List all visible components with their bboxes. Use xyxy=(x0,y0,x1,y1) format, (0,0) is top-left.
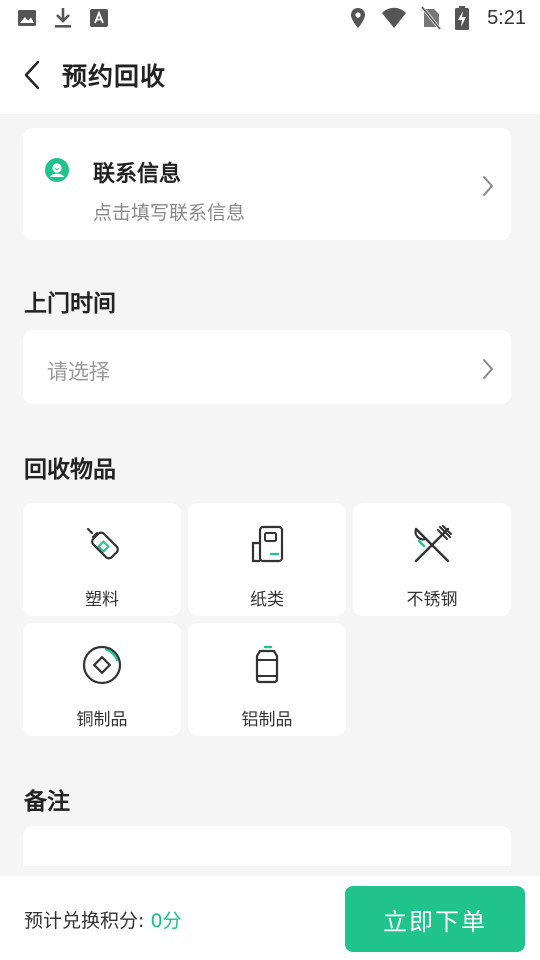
app-header: 预约回收 xyxy=(0,36,540,114)
points-label: 预计兑换积分: xyxy=(24,910,151,932)
item-label: 塑料 xyxy=(85,590,119,610)
item-label: 铝制品 xyxy=(241,710,293,730)
download-icon xyxy=(52,6,74,30)
item-paper[interactable]: 纸类 xyxy=(188,503,346,616)
item-label: 纸类 xyxy=(250,590,284,610)
paper-icon xyxy=(251,525,284,563)
status-time: 5:21 xyxy=(487,6,526,29)
no-sim-icon xyxy=(421,6,442,30)
visit-time-placeholder: 请选择 xyxy=(47,360,110,384)
font-icon xyxy=(88,7,110,29)
copper-disc-icon xyxy=(82,645,122,685)
points-value: 0分 xyxy=(150,910,182,932)
cutlery-icon xyxy=(414,525,452,563)
user-avatar-icon xyxy=(45,158,69,182)
item-plastic[interactable]: 塑料 xyxy=(23,503,181,616)
status-bar-left xyxy=(16,6,110,30)
estimated-points: 预计兑换积分: 0分 xyxy=(24,906,182,933)
contact-info-title: 联系信息 xyxy=(93,162,182,187)
chevron-left-icon xyxy=(24,60,40,90)
location-icon xyxy=(349,7,367,29)
status-bar: 5:21 xyxy=(0,0,540,36)
aluminum-can-icon xyxy=(255,645,279,684)
contact-info-hint: 点击填写联系信息 xyxy=(93,202,246,224)
visit-time-picker[interactable]: 请选择 xyxy=(23,330,511,404)
back-button[interactable] xyxy=(2,36,62,114)
chevron-right-icon xyxy=(483,176,493,196)
page-title: 预约回收 xyxy=(62,62,167,91)
submit-order-button[interactable]: 立即下单 xyxy=(345,886,525,952)
contact-info-card[interactable]: 联系信息 点击填写联系信息 xyxy=(23,128,511,240)
status-bar-right: 5:21 xyxy=(349,6,526,30)
recycle-items-heading: 回收物品 xyxy=(24,457,116,483)
item-stainless-steel[interactable]: 不锈钢 xyxy=(353,503,511,616)
plastic-bottle-icon xyxy=(86,527,119,560)
item-label: 铜制品 xyxy=(76,710,128,730)
item-copper[interactable]: 铜制品 xyxy=(23,623,181,736)
bottom-bar: 预计兑换积分: 0分 立即下单 xyxy=(0,876,540,960)
chevron-right-icon xyxy=(483,359,493,379)
image-icon xyxy=(16,7,38,29)
notes-heading: 备注 xyxy=(24,789,70,815)
wifi-icon xyxy=(381,7,407,29)
item-aluminum[interactable]: 铝制品 xyxy=(188,623,346,736)
visit-time-heading: 上门时间 xyxy=(24,291,116,317)
battery-charging-icon xyxy=(455,6,470,30)
notes-input[interactable] xyxy=(23,826,511,866)
item-label: 不锈钢 xyxy=(406,590,458,610)
